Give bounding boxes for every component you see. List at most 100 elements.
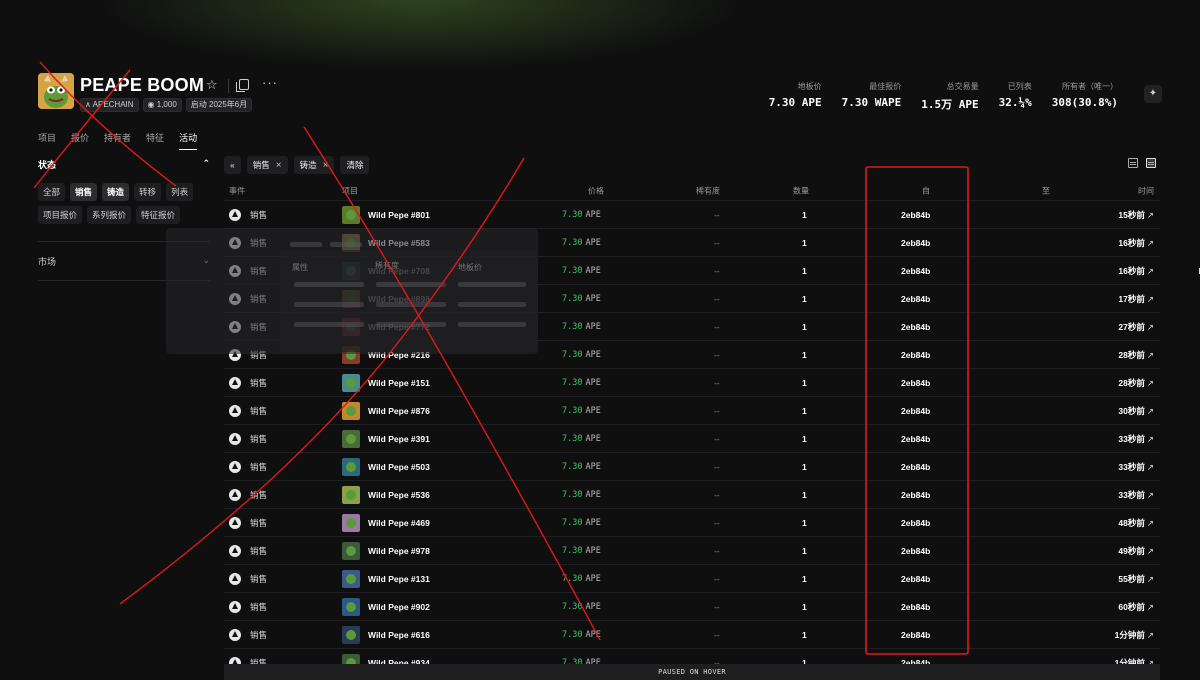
to-address[interactable]: 700654 [1012, 322, 1200, 332]
header-price[interactable]: 价格 [588, 186, 604, 197]
item-name[interactable]: Wild Pepe #801 [368, 210, 430, 220]
table-row[interactable]: 销售Wild Pepe #4697.30APE--12eb84b21Shoom4… [224, 508, 1160, 536]
to-address[interactable]: 6dfe5e [1012, 294, 1200, 304]
nft-thumbnail[interactable] [342, 569, 360, 588]
table-row[interactable]: 销售Wild Pepe #8767.30APE--12eb84b48ff4d30… [224, 396, 1160, 424]
to-address[interactable]: dmgregory [1012, 210, 1200, 220]
from-address[interactable]: 2eb84b [901, 294, 930, 304]
time-link[interactable]: 30秒前 ↗ [1118, 405, 1154, 417]
chevron-up-icon[interactable]: ⌃ [202, 158, 210, 171]
copy-icon[interactable] [236, 79, 249, 92]
table-row[interactable]: 销售Wild Pepe #5037.30APE--12eb84bBaldRast… [224, 452, 1160, 480]
header-from[interactable]: 自 [922, 186, 930, 197]
sparkle-icon[interactable]: ✦ [1144, 85, 1162, 103]
header-quantity[interactable]: 数量 [793, 186, 809, 197]
table-row[interactable]: 销售Wild Pepe #1517.30APE--12eb84b11c2b328… [224, 368, 1160, 396]
tab-activity[interactable]: 活动 [179, 131, 198, 150]
from-address[interactable]: 2eb84b [901, 602, 930, 612]
time-link[interactable]: 49秒前 ↗ [1118, 545, 1154, 557]
more-options-icon[interactable]: ··· [262, 75, 278, 90]
nft-thumbnail[interactable] [342, 513, 360, 532]
time-link[interactable]: 33秒前 ↗ [1118, 489, 1154, 501]
header-item[interactable]: 项目 [342, 186, 358, 197]
table-row[interactable]: 销售Wild Pepe #5367.30APE--12eb84bBaldRast… [224, 480, 1160, 508]
item-name[interactable]: Wild Pepe #978 [368, 546, 430, 556]
table-row[interactable]: 销售Wild Pepe #8017.30APE--12eb84bdmgregor… [224, 200, 1160, 228]
from-address[interactable]: 2eb84b [901, 322, 930, 332]
header-to[interactable]: 至 [1042, 186, 1050, 197]
chip-item-offer[interactable]: 项目报价 [38, 206, 83, 224]
to-address[interactable]: innsbruckz [1012, 574, 1200, 584]
tab-traits[interactable]: 特征 [146, 131, 164, 150]
nft-thumbnail[interactable] [342, 205, 360, 224]
status-section-header[interactable]: 状态 ⌃ [38, 158, 210, 171]
time-link[interactable]: 16秒前 ↗ [1118, 265, 1154, 277]
to-address[interactable]: DemansVault [1012, 266, 1200, 276]
to-address[interactable]: 48ff4d [1012, 406, 1200, 416]
from-address[interactable]: 2eb84b [901, 434, 930, 444]
filter-pill-mint[interactable]: 铸造 × [293, 156, 335, 174]
table-row[interactable]: 销售Wild Pepe #1317.30APE--12eb84binnsbruc… [224, 564, 1160, 592]
table-row[interactable]: 销售Wild Pepe #6167.30APE--12eb84bdc6d441分… [224, 620, 1160, 648]
chip-collection-offer[interactable]: 系列报价 [87, 206, 132, 224]
tab-offers[interactable]: 报价 [71, 131, 89, 150]
from-address[interactable]: 2eb84b [901, 574, 930, 584]
item-name[interactable]: Wild Pepe #503 [368, 462, 430, 472]
from-address[interactable]: 2eb84b [901, 462, 930, 472]
item-name[interactable]: Wild Pepe #902 [368, 602, 430, 612]
nft-thumbnail[interactable] [342, 373, 360, 392]
header-time[interactable]: 时间 [1138, 186, 1154, 197]
header-rarity[interactable]: 稀有度 [696, 186, 720, 197]
table-row[interactable]: 销售Wild Pepe #3917.30APE--12eb84bBaldRast… [224, 424, 1160, 452]
compact-view-icon[interactable] [1128, 158, 1138, 168]
from-address[interactable]: 2eb84b [901, 518, 930, 528]
time-link[interactable]: 27秒前 ↗ [1118, 321, 1154, 333]
to-address[interactable]: Rokies [1012, 238, 1200, 248]
time-link[interactable]: 28秒前 ↗ [1118, 377, 1154, 389]
item-name[interactable]: Wild Pepe #131 [368, 574, 430, 584]
item-name[interactable]: Wild Pepe #391 [368, 434, 430, 444]
to-address[interactable]: BaldRasta [1012, 434, 1200, 444]
close-icon[interactable]: × [323, 160, 329, 171]
item-name[interactable]: Wild Pepe #536 [368, 490, 430, 500]
chip-trait-offer[interactable]: 特征报价 [136, 206, 181, 224]
from-address[interactable]: 2eb84b [901, 546, 930, 556]
list-view-icon[interactable] [1146, 158, 1156, 168]
nft-thumbnail[interactable] [342, 485, 360, 504]
time-link[interactable]: 33秒前 ↗ [1118, 461, 1154, 473]
from-address[interactable]: 2eb84b [901, 210, 930, 220]
to-address[interactable]: BaldRasta [1012, 462, 1200, 472]
to-address[interactable]: ngingin.eth [1012, 546, 1200, 556]
nft-thumbnail[interactable] [342, 597, 360, 616]
from-address[interactable]: 2eb84b [901, 406, 930, 416]
time-link[interactable]: 1分钟前 ↗ [1115, 629, 1154, 641]
from-address[interactable]: 2eb84b [901, 350, 930, 360]
chip-sale[interactable]: 销售 [70, 183, 98, 201]
item-name[interactable]: Wild Pepe #469 [368, 518, 430, 528]
time-link[interactable]: 60秒前 ↗ [1118, 601, 1154, 613]
header-event[interactable]: 事件 [229, 186, 245, 197]
time-link[interactable]: 15秒前 ↗ [1118, 209, 1154, 221]
clear-filters-button[interactable]: 清除 [340, 156, 370, 174]
tab-items[interactable]: 项目 [38, 131, 56, 150]
collapse-sidebar-button[interactable]: « [224, 156, 241, 174]
chip-listing[interactable]: 列表 [166, 183, 194, 201]
time-link[interactable]: 48秒前 ↗ [1118, 517, 1154, 529]
table-row[interactable]: 销售Wild Pepe #9787.30APE--12eb84bngingin.… [224, 536, 1160, 564]
item-name[interactable]: Wild Pepe #151 [368, 378, 430, 388]
chip-all[interactable]: 全部 [38, 183, 66, 201]
nft-thumbnail[interactable] [342, 457, 360, 476]
from-address[interactable]: 2eb84b [901, 266, 930, 276]
nft-thumbnail[interactable] [342, 429, 360, 448]
from-address[interactable]: 2eb84b [901, 490, 930, 500]
filter-pill-sale[interactable]: 销售 × [246, 156, 288, 174]
to-address[interactable]: 11c2b3 [1012, 378, 1200, 388]
tab-holders[interactable]: 持有者 [104, 131, 131, 150]
to-address[interactable]: dc6d44 [1012, 630, 1200, 640]
nft-thumbnail[interactable] [342, 541, 360, 560]
time-link[interactable]: 16秒前 ↗ [1118, 237, 1154, 249]
table-row[interactable]: 销售Wild Pepe #9027.30APE--12eb84bethens16… [224, 592, 1160, 620]
time-link[interactable]: 17秒前 ↗ [1118, 293, 1154, 305]
from-address[interactable]: 2eb84b [901, 378, 930, 388]
time-link[interactable]: 55秒前 ↗ [1118, 573, 1154, 585]
